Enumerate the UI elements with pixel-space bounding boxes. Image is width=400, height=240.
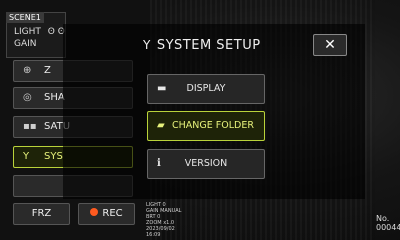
saturation-icon: ▪▪ — [23, 121, 37, 132]
counter-value: 00044 — [376, 223, 400, 232]
record-dot-icon — [90, 208, 99, 216]
change-folder-button[interactable]: ▰ CHANGE FOLDER — [147, 111, 265, 141]
image-counter: No. 00044 — [376, 214, 400, 232]
record-button[interactable]: REC — [78, 203, 135, 225]
sidebar-item-label: SYS — [44, 151, 63, 162]
sidebar-item-label: SHA — [44, 92, 65, 103]
scene-gain-label: GAIN — [14, 39, 37, 49]
info-line: 16:09 — [146, 232, 161, 238]
record-label: REC — [102, 208, 123, 219]
close-icon: ✕ — [324, 37, 336, 53]
tool-icon: Y — [23, 151, 30, 162]
zoom-icon: ⊕ — [23, 65, 32, 76]
dialog-title: Y SYSTEM SETUP — [143, 38, 261, 53]
change-folder-label: CHANGE FOLDER — [172, 120, 254, 131]
close-button[interactable]: ✕ — [313, 34, 347, 56]
version-label: VERSION — [184, 158, 228, 169]
dialog-title-text: SYSTEM SETUP — [156, 38, 261, 53]
shading-icon: ◎ — [23, 92, 32, 103]
camera-screen: SCENE1 LIGHT ʘ ʘ GAIN ⊕ Z ◎ SHA ▪▪ SATU … — [0, 0, 400, 240]
freeze-label: FRZ — [31, 208, 52, 219]
sidebar-item-label: Z — [44, 65, 51, 76]
display-button[interactable]: ▬ DISPLAY — [147, 74, 265, 104]
display-label: DISPLAY — [186, 83, 226, 94]
scene-light-label: LIGHT — [14, 27, 41, 37]
status-info: LIGHT 0 GAIN MANUAL BRT 0 ZOOM x1.0 2023… — [146, 202, 181, 238]
counter-label: No. — [376, 214, 390, 223]
scene-title: SCENE1 — [6, 12, 44, 23]
scene-light-row: LIGHT ʘ ʘ — [14, 27, 65, 38]
tool-icon: Y — [143, 38, 151, 52]
version-button[interactable]: i VERSION — [147, 149, 265, 179]
freeze-button[interactable]: FRZ — [13, 203, 70, 225]
